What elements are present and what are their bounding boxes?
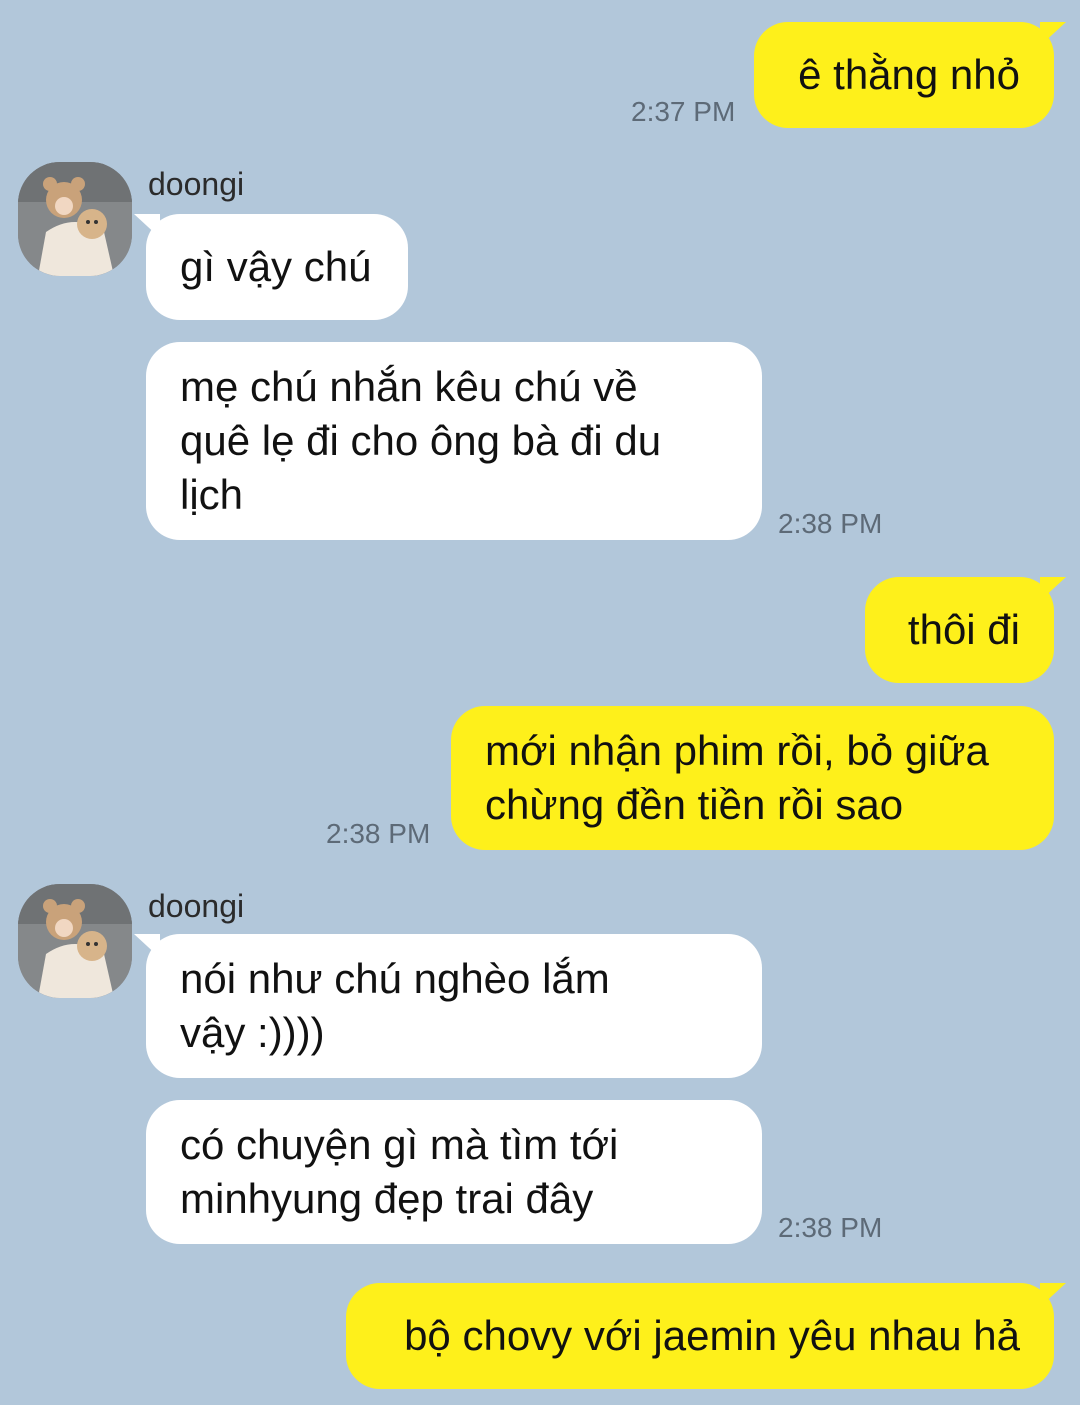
avatar-photo-icon (18, 162, 132, 276)
message-bubble-outgoing[interactable]: mới nhận phim rồi, bỏ giữa chừng đền tiề… (451, 706, 1054, 850)
message-timestamp: 2:38 PM (326, 818, 431, 849)
message-bubble-outgoing[interactable]: thôi đi (865, 577, 1066, 683)
avatar-photo-icon (18, 884, 132, 998)
message-bubble-incoming[interactable]: có chuyện gì mà tìm tới minhyung đẹp tra… (146, 1100, 762, 1244)
message-text: có chuyện gì mà tìm tới minhyung đẹp tra… (180, 1121, 619, 1222)
message-timestamp: 2:38 PM (778, 1212, 883, 1243)
message-text: mẹ chú nhắn kêu chú về quê lẹ đi cho ông… (180, 363, 662, 518)
message-timestamp: 2:38 PM (778, 508, 883, 539)
sender-name: doongi (148, 888, 245, 924)
message-text: bộ chovy với jaemin yêu nhau hả (404, 1312, 1020, 1359)
message-text: mới nhận phim rồi, bỏ giữa chừng đền tiề… (485, 727, 989, 828)
message-bubble-outgoing[interactable]: bộ chovy với jaemin yêu nhau hả (346, 1283, 1066, 1389)
message-text: ê thằng nhỏ (798, 51, 1020, 98)
message-timestamp: 2:37 PM (631, 96, 736, 127)
message-text: thôi đi (907, 606, 1020, 653)
avatar[interactable] (18, 162, 132, 276)
avatar[interactable] (18, 884, 132, 998)
sender-name: doongi (148, 166, 245, 202)
message-bubble-incoming[interactable]: nói như chú nghèo lắm vậy :)))) (134, 934, 762, 1078)
message-bubble-outgoing[interactable]: ê thằng nhỏ (754, 22, 1066, 128)
message-text: gì vậy chú (180, 243, 372, 290)
message-bubble-incoming[interactable]: gì vậy chú (134, 214, 408, 320)
message-text: nói như chú nghèo lắm vậy :)))) (180, 955, 610, 1056)
message-bubble-incoming[interactable]: mẹ chú nhắn kêu chú về quê lẹ đi cho ông… (146, 342, 762, 540)
